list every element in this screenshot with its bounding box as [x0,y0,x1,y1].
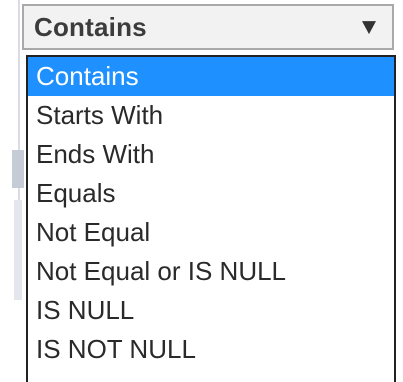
option-not-equal[interactable]: Not Equal [28,213,394,252]
option-equals[interactable]: Equals [28,174,394,213]
option-ends-with[interactable]: Ends With [28,135,394,174]
operator-select[interactable]: Contains [22,4,394,50]
option-starts-with[interactable]: Starts With [28,96,394,135]
background-element [14,200,22,300]
background-element [12,150,24,188]
option-is-null[interactable]: IS NULL [28,291,394,330]
option-contains[interactable]: Contains [28,57,394,96]
option-not-equal-or-is-null[interactable]: Not Equal or IS NULL [28,252,394,291]
dropdown-arrow-icon[interactable] [362,21,376,35]
option-is-not-null[interactable]: IS NOT NULL [28,330,394,369]
operator-options-list: Contains Starts With Ends With Equals No… [26,55,396,382]
operator-select-value: Contains [34,11,147,42]
filter-operator-dropdown-view: Contains Contains Starts With Ends With … [0,0,403,382]
